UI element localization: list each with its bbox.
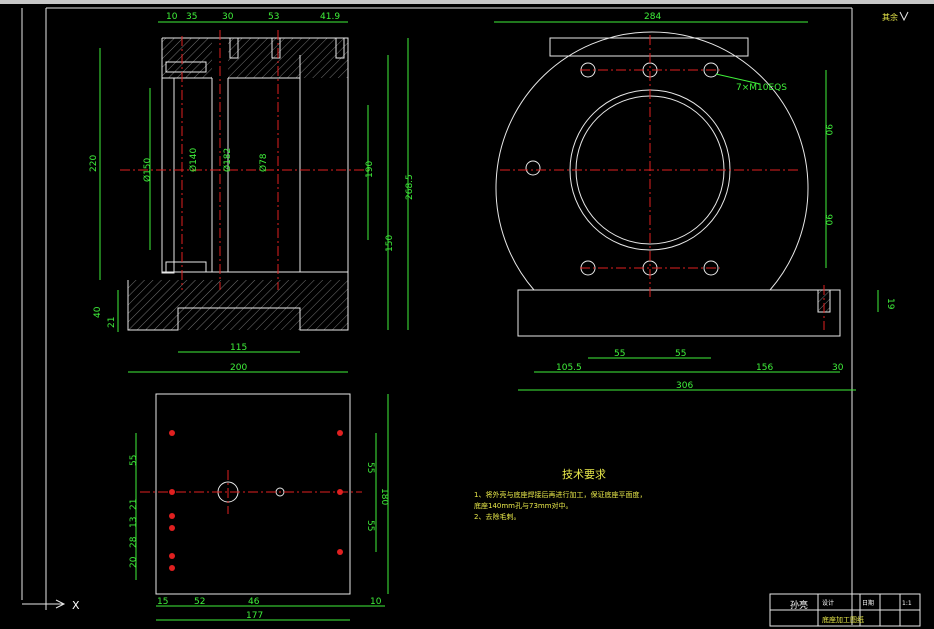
hatch-top-right bbox=[228, 38, 348, 78]
side-dim-19: 19 bbox=[885, 298, 895, 310]
plan-dim-20: 20 bbox=[129, 556, 139, 568]
plan-dim-46: 46 bbox=[248, 597, 260, 607]
tech-line-1b: 底座140mm孔与73mm对中。 bbox=[474, 501, 573, 510]
dim-bottom-115: 115 bbox=[230, 343, 247, 353]
tech-heading: 技术要求 bbox=[562, 468, 606, 481]
side-dim-90b: 90 bbox=[823, 214, 833, 226]
side-dim-30: 30 bbox=[832, 363, 844, 373]
title-cell-date: 日期 bbox=[862, 599, 874, 607]
side-dim-55a: 55 bbox=[614, 349, 625, 359]
toolbar-strip[interactable] bbox=[0, 0, 934, 4]
dim-top-53: 53 bbox=[268, 12, 279, 22]
side-dim-105-5: 105.5 bbox=[556, 363, 582, 373]
title-author: 孙亮 bbox=[790, 599, 808, 611]
dim-left-220: 220 bbox=[89, 155, 99, 172]
dim-top-10: 10 bbox=[166, 12, 178, 22]
plan-dim-55-left: 55 bbox=[129, 455, 139, 466]
side-hole-note: 7×M10EQS bbox=[736, 83, 787, 93]
dim-right-150: 150 bbox=[385, 235, 395, 252]
dim-top-41-9: 41.9 bbox=[320, 12, 340, 22]
title-cell-design: 设计 bbox=[822, 599, 834, 607]
plan-dim-21: 21 bbox=[129, 499, 139, 510]
dim-right-190: 190 bbox=[365, 161, 375, 178]
plan-dim-15: 15 bbox=[157, 597, 168, 607]
dim-bottom-200: 200 bbox=[230, 363, 247, 373]
cad-drawing-canvas[interactable]: 10 35 30 53 41.9 220 40 21 190 150 268.5… bbox=[0, 0, 934, 629]
title-scale: 1:1 bbox=[902, 600, 912, 607]
roughness-label: 其余 bbox=[882, 12, 898, 22]
plan-hole-7 bbox=[337, 430, 343, 436]
dim-top-35: 35 bbox=[186, 12, 197, 22]
dim-left-21: 21 bbox=[107, 317, 117, 328]
dim-dia-150: Ø150 bbox=[142, 157, 153, 182]
plan-hole-6 bbox=[169, 565, 175, 571]
plan-dim-28: 28 bbox=[129, 536, 139, 548]
plan-hole-1 bbox=[169, 430, 175, 436]
side-dim-284: 284 bbox=[644, 12, 661, 22]
hatch-base bbox=[128, 280, 348, 330]
tech-line-2: 2、去除毛刺。 bbox=[474, 512, 520, 521]
plan-dim-13: 13 bbox=[129, 517, 139, 528]
plan-hole-5 bbox=[169, 553, 175, 559]
dim-right-268-5: 268.5 bbox=[405, 174, 415, 200]
axis-x-label: X bbox=[72, 599, 80, 612]
dim-dia-78: Ø78 bbox=[258, 153, 269, 172]
side-dim-156: 156 bbox=[756, 363, 773, 373]
dim-dia-140: Ø140 bbox=[188, 147, 199, 172]
tech-line-1: 1、将外壳与底座焊接后再进行加工，保证底座平面度， bbox=[474, 490, 646, 499]
title-drawing-name: 底座加工图纸 bbox=[822, 615, 864, 624]
dim-dia-182: Ø182 bbox=[222, 148, 233, 172]
plan-dim-55-right-a: 55 bbox=[365, 462, 375, 473]
side-dim-55b: 55 bbox=[675, 349, 686, 359]
plan-hole-9 bbox=[337, 549, 343, 555]
plan-hole-4 bbox=[169, 525, 175, 531]
side-dim-306: 306 bbox=[676, 381, 693, 391]
dim-top-30: 30 bbox=[222, 12, 234, 22]
plan-dim-52: 52 bbox=[194, 597, 205, 607]
side-dim-90a: 90 bbox=[823, 124, 833, 136]
plan-dim-180: 180 bbox=[379, 488, 389, 505]
plan-dim-10: 10 bbox=[370, 597, 382, 607]
plan-dim-55-right-b: 55 bbox=[365, 520, 375, 531]
plan-hole-3 bbox=[169, 513, 175, 519]
dim-left-40: 40 bbox=[93, 306, 103, 318]
plan-dim-177: 177 bbox=[246, 611, 263, 621]
